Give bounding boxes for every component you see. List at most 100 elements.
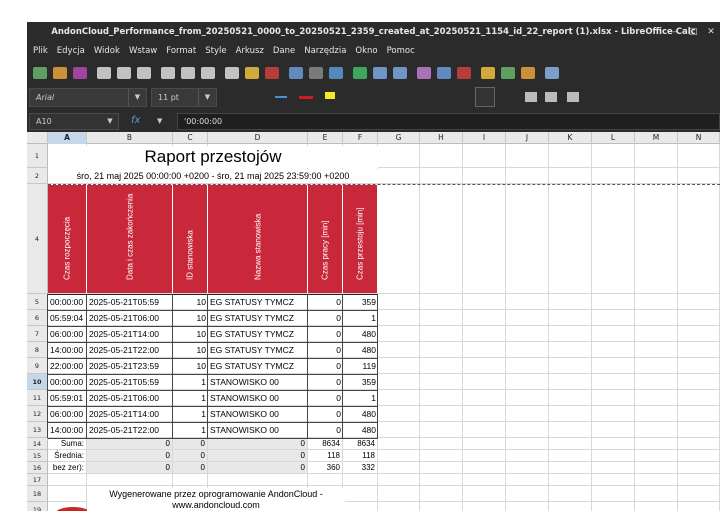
data-cell-r1-c5[interactable]: 1 [343,311,378,325]
toolbar-icon-12[interactable] [289,67,303,79]
row-header-13[interactable]: 13 [27,422,48,438]
column-header-I[interactable]: I [463,132,506,144]
chevron-down-icon[interactable]: ▼ [157,113,162,129]
summary-cell-r2-c0[interactable]: bez zer): [48,462,86,473]
merge-cells-icon[interactable] [525,92,537,102]
summary-cell-r1-c4[interactable]: 118 [308,450,342,461]
menu-6[interactable]: Arkusz [236,42,264,60]
data-cell-r2-c1[interactable]: 2025-05-21T14:00 [87,327,173,341]
data-cell-r0-c4[interactable]: 0 [308,295,343,309]
toolbar-icon-2[interactable] [73,67,87,79]
toolbar-icon-4[interactable] [117,67,131,79]
data-cell-r8-c0[interactable]: 14:00:00 [48,423,87,437]
row-header-4[interactable]: 4 [27,184,48,294]
column-header-H[interactable]: H [420,132,463,144]
data-cell-r1-c2[interactable]: 10 [173,311,208,325]
row-header-16[interactable]: 16 [27,462,48,474]
menu-10[interactable]: Pomoc [387,42,415,60]
data-cell-r7-c5[interactable]: 480 [343,407,378,421]
data-cell-r3-c0[interactable]: 14:00:00 [48,343,87,357]
toolbar-icon-9[interactable] [225,67,239,79]
data-cell-r8-c2[interactable]: 1 [173,423,208,437]
toolbar-icon-3[interactable] [97,67,111,79]
menu-8[interactable]: Narzędzia [304,42,346,60]
spreadsheet-grid[interactable]: A B C D E F G H I J K L M N 1 2 4 5 6 7 8 9 10 11 12 13 14 15 16 17 18… [27,132,720,511]
toolbar-icon-10[interactable] [245,67,259,79]
data-cell-r7-c0[interactable]: 06:00:00 [48,407,87,421]
toolbar-icon-24[interactable] [545,67,559,79]
data-cell-r4-c5[interactable]: 119 [343,359,378,373]
data-cell-r3-c4[interactable]: 0 [308,343,343,357]
menu-5[interactable]: Style [205,42,226,60]
summary-cell-r2-c4[interactable]: 360 [308,462,342,473]
summary-cell-r1-c0[interactable]: Średnia: [48,450,86,461]
summary-cell-r1-c1[interactable]: 0 [87,450,172,461]
font-name-box[interactable]: Arial ▼ [29,88,147,107]
font-size-box[interactable]: 11 pt ▼ [151,88,217,107]
menu-7[interactable]: Dane [273,42,295,60]
chevron-down-icon[interactable]: ▼ [198,89,216,106]
data-cell-r3-c2[interactable]: 10 [173,343,208,357]
data-cell-r0-c5[interactable]: 359 [343,295,378,309]
summary-cell-r1-c3[interactable]: 0 [208,450,307,461]
data-cell-r6-c5[interactable]: 1 [343,391,378,405]
column-header-C[interactable]: C [173,132,208,144]
data-cell-r6-c1[interactable]: 2025-05-21T06:00 [87,391,173,405]
data-cell-r8-c4[interactable]: 0 [308,423,343,437]
data-cell-r5-c3[interactable]: STANOWISKO 00 [208,375,308,389]
summary-cell-r0-c5[interactable]: 8634 [343,438,377,449]
menu-0[interactable]: Plik [33,42,48,60]
data-cell-r1-c1[interactable]: 2025-05-21T06:00 [87,311,173,325]
menu-4[interactable]: Format [166,42,196,60]
row-header-12[interactable]: 12 [27,406,48,422]
data-cell-r2-c3[interactable]: EG STATUSY TYMCZ [208,327,308,341]
chevron-down-icon[interactable]: ▼ [128,89,146,106]
data-cell-r6-c2[interactable]: 1 [173,391,208,405]
maximize-button[interactable]: □ [684,22,702,42]
menu-3[interactable]: Wstaw [129,42,157,60]
font-color-icon[interactable] [299,96,313,99]
chevron-down-icon[interactable]: ▼ [102,114,118,129]
summary-cell-r2-c1[interactable]: 0 [87,462,172,473]
data-cell-r2-c2[interactable]: 10 [173,327,208,341]
row-header-11[interactable]: 11 [27,390,48,406]
data-cell-r5-c4[interactable]: 0 [308,375,343,389]
data-cell-r6-c3[interactable]: STANOWISKO 00 [208,391,308,405]
data-cell-r1-c4[interactable]: 0 [308,311,343,325]
data-cell-r4-c3[interactable]: EG STATUSY TYMCZ [208,359,308,373]
toolbar-icon-8[interactable] [201,67,215,79]
row-header-6[interactable]: 6 [27,310,48,326]
row-header-18[interactable]: 18 [27,486,48,502]
menu-1[interactable]: Edycja [57,42,85,60]
data-cell-r4-c4[interactable]: 0 [308,359,343,373]
toolbar-icon-6[interactable] [161,67,175,79]
row-header-8[interactable]: 8 [27,342,48,358]
data-cell-r4-c2[interactable]: 10 [173,359,208,373]
toolbar-icon-17[interactable] [393,67,407,79]
row-header-5[interactable]: 5 [27,294,48,310]
toolbar-icon-19[interactable] [437,67,451,79]
toolbar-icon-18[interactable] [417,67,431,79]
column-header-A[interactable]: A [48,132,87,144]
row-header-10[interactable]: 10 [27,374,48,390]
wrap-icon[interactable] [545,92,557,102]
align-bottom-icon[interactable] [475,87,495,107]
menu-9[interactable]: Okno [355,42,377,60]
data-cell-r8-c1[interactable]: 2025-05-21T22:00 [87,423,173,437]
data-cell-r7-c4[interactable]: 0 [308,407,343,421]
data-cell-r7-c1[interactable]: 2025-05-21T14:00 [87,407,173,421]
toolbar-icon-0[interactable] [33,67,47,79]
row-header-14[interactable]: 14 [27,438,48,450]
toolbar-icon-14[interactable] [329,67,343,79]
data-cell-r5-c1[interactable]: 2025-05-21T05:59 [87,375,173,389]
toolbar-icon-11[interactable] [265,67,279,79]
summary-cell-r0-c1[interactable]: 0 [87,438,172,449]
data-cell-r2-c0[interactable]: 06:00:00 [48,327,87,341]
row-header-15[interactable]: 15 [27,450,48,462]
toolbar-icon-13[interactable] [309,67,323,79]
summary-cell-r1-c5[interactable]: 118 [343,450,377,461]
formula-input[interactable]: '00:00:00 [177,113,720,130]
toolbar-icon-21[interactable] [481,67,495,79]
row-header-7[interactable]: 7 [27,326,48,342]
column-header-M[interactable]: M [635,132,678,144]
